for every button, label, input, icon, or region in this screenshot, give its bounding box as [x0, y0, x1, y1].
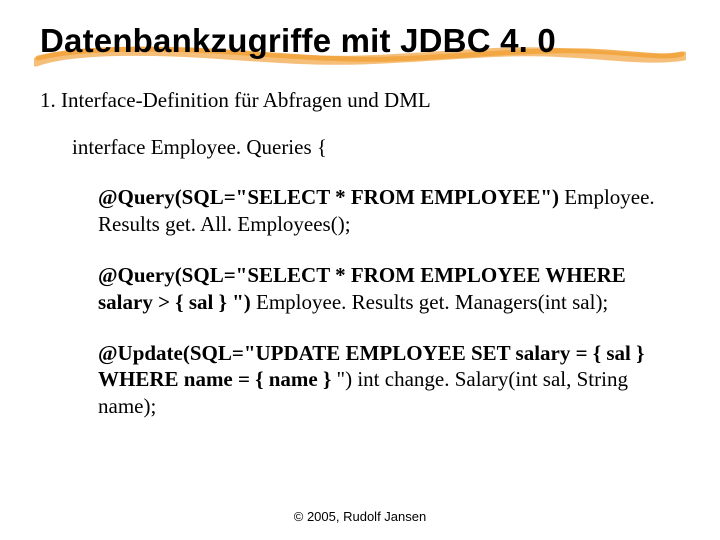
- interface-open-line: interface Employee. Queries {: [72, 135, 680, 160]
- title-container: Datenbankzugriffe mit JDBC 4. 0: [40, 22, 680, 60]
- query-block-2: @Query(SQL="SELECT * FROM EMPLOYEE WHERE…: [98, 262, 680, 316]
- annotation-bold: @Query(SQL="SELECT * FROM EMPLOYEE"): [98, 185, 559, 209]
- query-block-1: @Query(SQL="SELECT * FROM EMPLOYEE") Emp…: [98, 184, 680, 238]
- slide-body: 1. Interface-Definition für Abfragen und…: [40, 88, 680, 420]
- query-block-3: @Update(SQL="UPDATE EMPLOYEE SET salary …: [98, 340, 680, 421]
- annotation-rest: Employee. Results get. Managers(int sal)…: [251, 290, 609, 314]
- slide-title: Datenbankzugriffe mit JDBC 4. 0: [40, 22, 680, 60]
- section-heading: 1. Interface-Definition für Abfragen und…: [40, 88, 680, 113]
- code-block: interface Employee. Queries { @Query(SQL…: [72, 135, 680, 420]
- footer-copyright: © 2005, Rudolf Jansen: [0, 509, 720, 524]
